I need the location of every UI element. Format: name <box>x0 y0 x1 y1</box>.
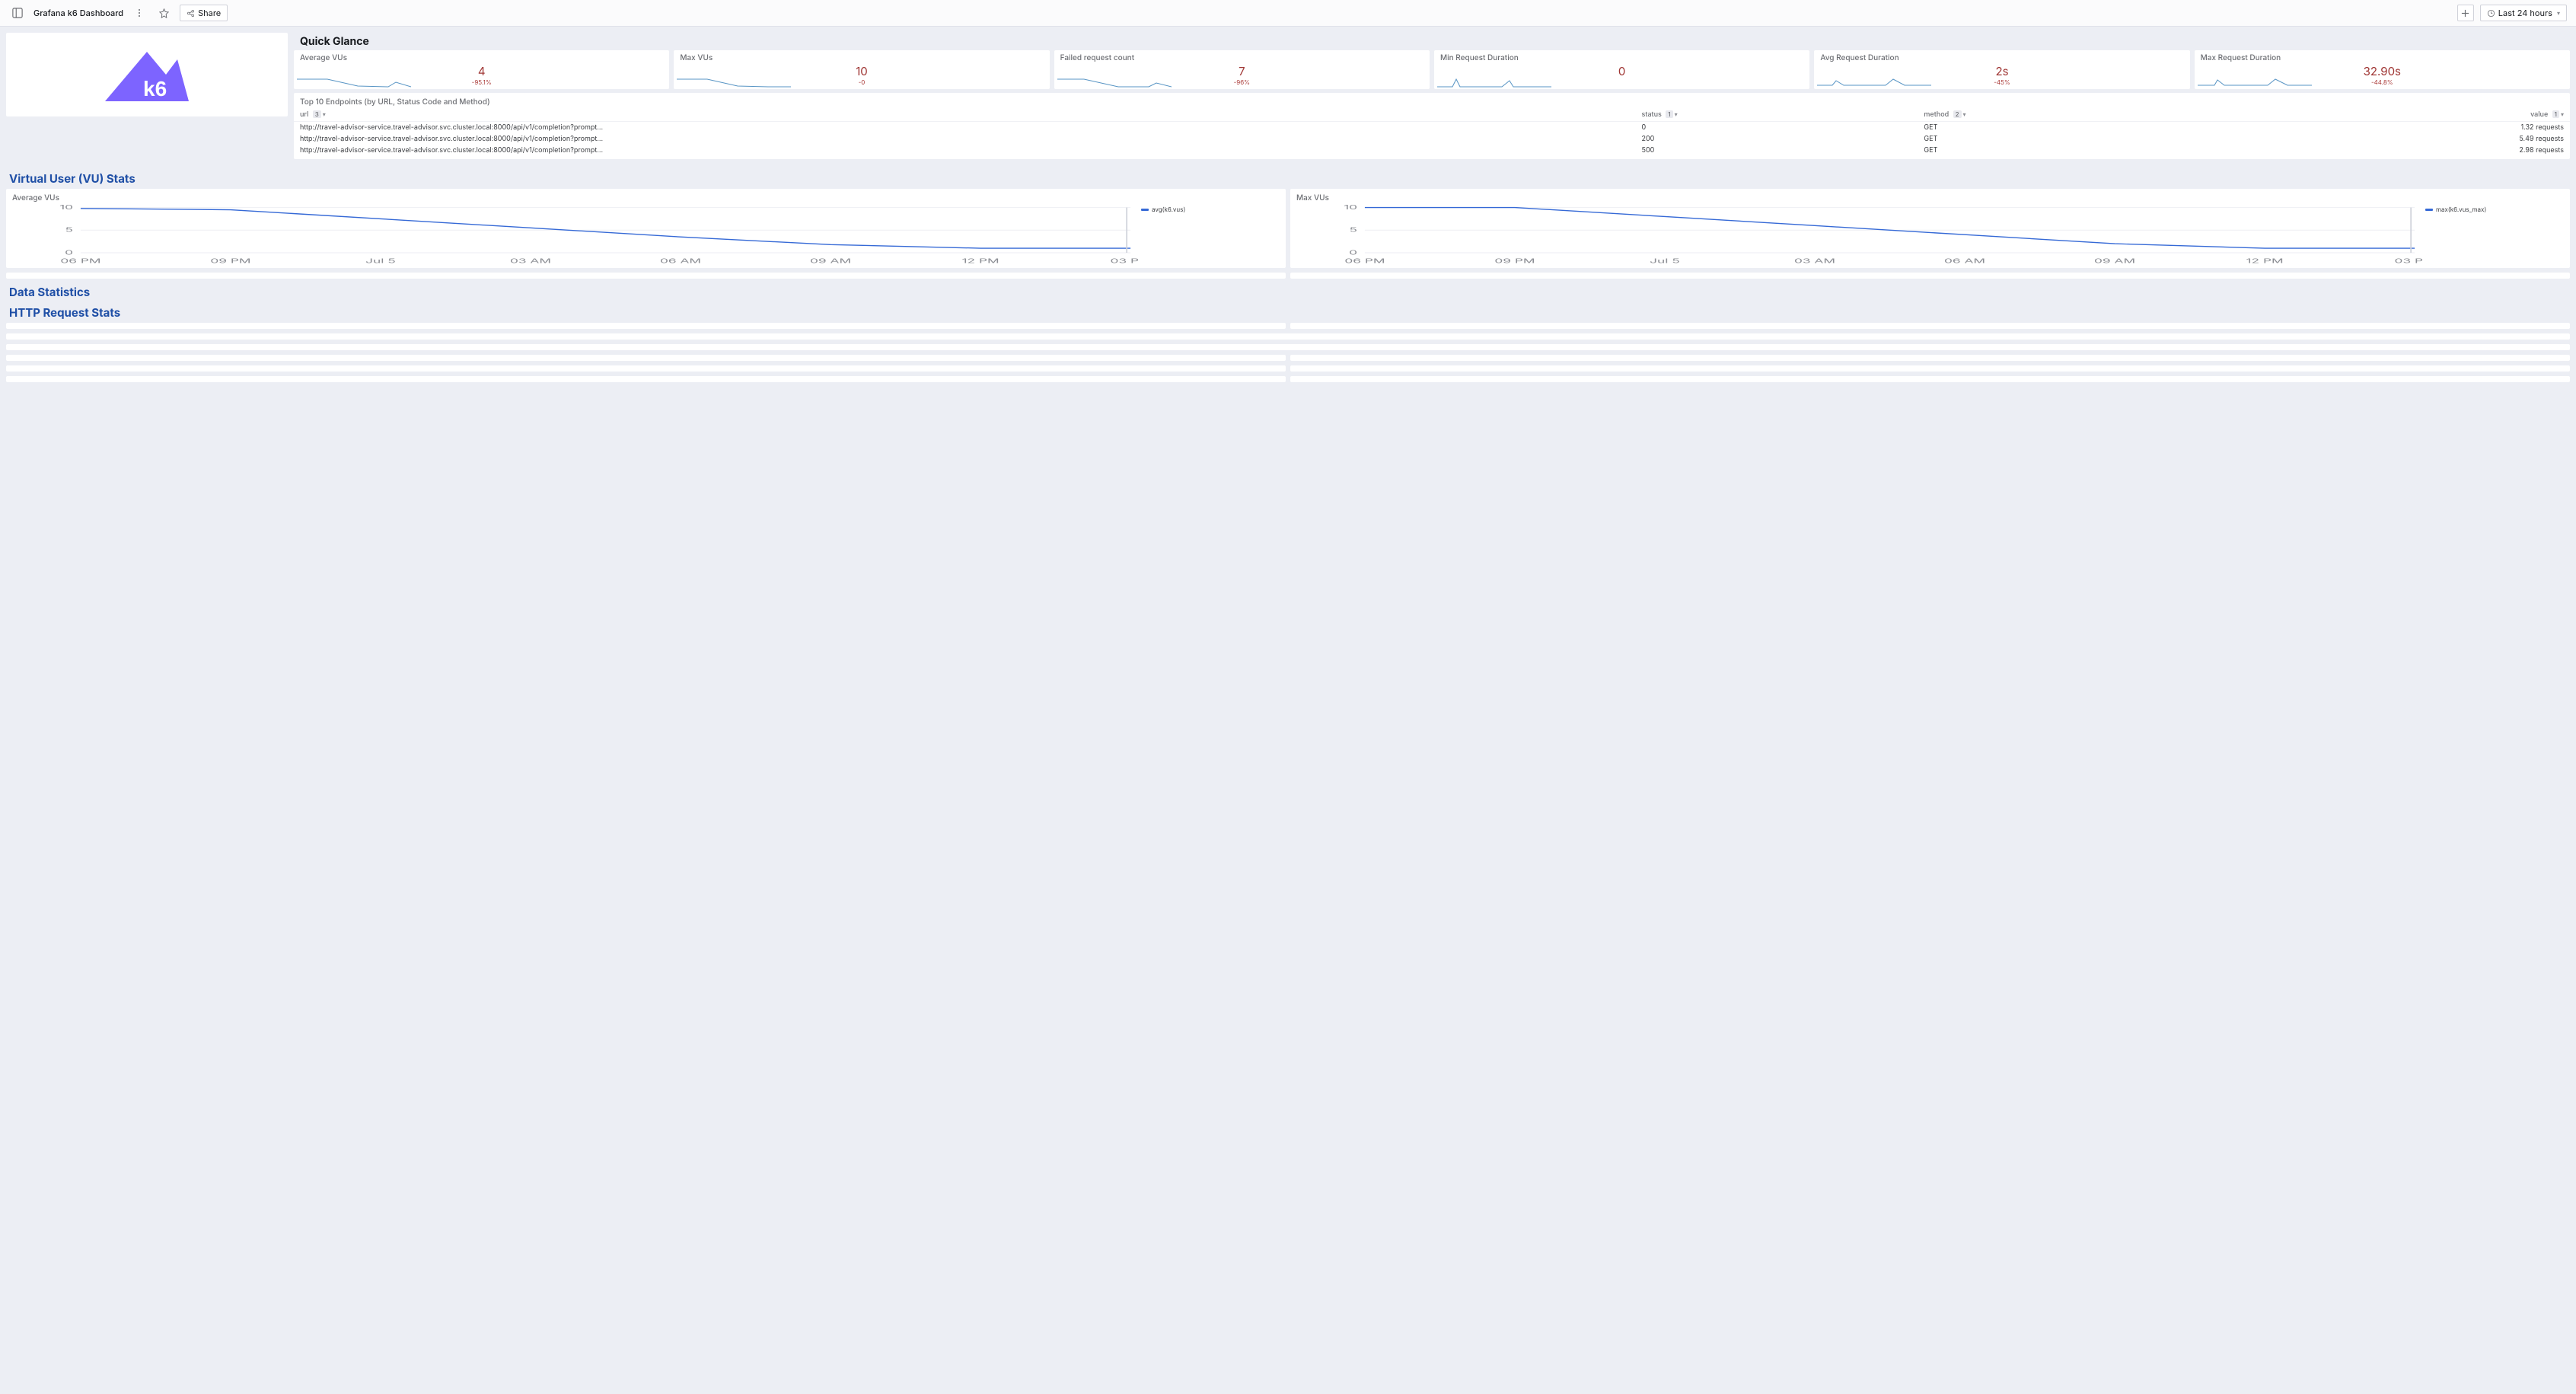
chart-legend: max(k6.vus_max) <box>2422 204 2567 265</box>
stat-label: Max Request Duration <box>2201 53 2564 62</box>
panel-title: Max VUs <box>1293 192 2567 204</box>
table-header[interactable]: status 1▾ <box>1635 108 1918 122</box>
stat-card[interactable]: Avg Request Duration 2s -45% <box>1814 50 2189 89</box>
svg-text:09 PM: 09 PM <box>210 258 250 265</box>
sparkline <box>1437 77 1551 88</box>
panel-receiving[interactable] <box>6 376 1286 382</box>
sparkline <box>1057 77 1172 88</box>
top-endpoints-title: Top 10 Endpoints (by URL, Status Code an… <box>294 96 2570 108</box>
breadcrumb-title[interactable]: Grafana k6 Dashboard <box>33 8 123 18</box>
add-panel-button[interactable] <box>2457 5 2474 21</box>
svg-text:0: 0 <box>1349 249 1357 256</box>
panel-iter-dur[interactable] <box>1290 273 2570 279</box>
table-header[interactable]: method 2▾ <box>1918 108 2236 122</box>
panel-avg-vus[interactable]: Average VUs 0 5 10 06 PM 09 PM Jul 5 03 AM 06 A… <box>6 189 1286 268</box>
svg-text:03 PM: 03 PM <box>1111 258 1138 265</box>
svg-text:12 PM: 12 PM <box>2246 258 2284 265</box>
sparkline <box>677 77 791 88</box>
table-header[interactable]: url 3▾ <box>294 108 1635 122</box>
share-label: Share <box>198 8 221 18</box>
topbar: Grafana k6 Dashboard Share Last 24 hours… <box>0 0 2576 27</box>
svg-text:09 AM: 09 AM <box>810 258 851 265</box>
k6-logo-panel: k6 <box>6 33 288 116</box>
stat-label: Avg Request Duration <box>1820 53 2183 62</box>
chart-svg: 0 5 10 06 PM 09 PM Jul 5 03 AM 06 AM 09 AM 12 PM 0… <box>9 204 1138 265</box>
stat-card[interactable]: Min Request Duration 0 <box>1434 50 1809 89</box>
svg-text:10: 10 <box>1344 204 1357 211</box>
stat-label: Min Request Duration <box>1440 53 1803 62</box>
panel-iterations[interactable] <box>6 273 1286 279</box>
stat-label: Max VUs <box>680 53 1043 62</box>
kebab-menu-icon[interactable] <box>131 5 148 21</box>
nav-toggle-icon[interactable] <box>9 5 26 21</box>
svg-text:5: 5 <box>65 226 74 233</box>
legend-item[interactable]: max(k6.vus_max) <box>2425 206 2564 213</box>
svg-text:06 PM: 06 PM <box>1344 258 1385 265</box>
table-header[interactable]: value 1▾ <box>2236 108 2570 122</box>
star-icon[interactable] <box>155 5 172 21</box>
section-vu-stats[interactable]: Virtual User (VU) Stats <box>6 165 2570 189</box>
chart-legend: avg(k6.vus) <box>1138 204 1283 265</box>
stat-card[interactable]: Max Request Duration 32.90s -44.8% <box>2195 50 2570 89</box>
panel-req-count[interactable] <box>6 333 2570 340</box>
svg-text:03 AM: 03 AM <box>510 258 551 265</box>
svg-text:12 PM: 12 PM <box>962 258 999 265</box>
table-row[interactable]: http://travel-advisor-service.travel-adv… <box>294 145 2570 156</box>
table-row[interactable]: http://travel-advisor-service.travel-adv… <box>294 122 2570 134</box>
top-endpoints-panel: Top 10 Endpoints (by URL, Status Code an… <box>294 93 2570 159</box>
stat-card[interactable]: Max VUs 10 -0 <box>674 50 1049 89</box>
svg-text:03 PM: 03 PM <box>2395 258 2422 265</box>
quick-glance-title: Quick Glance <box>294 33 2570 50</box>
sparkline <box>2198 77 2312 88</box>
svg-text:10: 10 <box>59 204 73 211</box>
legend-item[interactable]: avg(k6.vus) <box>1141 206 1280 213</box>
chart-svg: 0 5 10 06 PM 09 PM Jul 5 03 AM 06 AM 09 AM 12 PM 0… <box>1293 204 2422 265</box>
chevron-down-icon: ▾ <box>2557 9 2560 17</box>
panel-data-recv[interactable] <box>1290 323 2570 329</box>
share-button[interactable]: Share <box>180 5 228 21</box>
svg-text:09 AM: 09 AM <box>2094 258 2135 265</box>
stat-card[interactable]: Average VUs 4 -95.1% <box>294 50 669 89</box>
panel-data-sent[interactable] <box>6 323 1286 329</box>
panel-title: Average VUs <box>9 192 1283 204</box>
panel-blocked[interactable] <box>1290 355 2570 361</box>
panel-max-vus[interactable]: Max VUs 0 5 10 06 PM 09 PM Jul 5 03 AM 06 AM 09 … <box>1290 189 2570 268</box>
svg-text:03 AM: 03 AM <box>1794 258 1835 265</box>
panel-req-dur[interactable] <box>6 344 2570 350</box>
stat-card[interactable]: Failed request count 7 -96% <box>1054 50 1430 89</box>
svg-text:0: 0 <box>65 249 73 256</box>
svg-text:Jul 5: Jul 5 <box>365 258 396 265</box>
sparkline <box>1817 77 1931 88</box>
stat-label: Failed request count <box>1060 53 1423 62</box>
svg-text:06 AM: 06 AM <box>660 258 701 265</box>
svg-text:k6: k6 <box>143 77 167 100</box>
sparkline <box>297 77 411 88</box>
table-row[interactable]: http://travel-advisor-service.travel-adv… <box>294 133 2570 145</box>
svg-text:5: 5 <box>1350 226 1358 233</box>
time-range-picker[interactable]: Last 24 hours ▾ <box>2480 5 2567 21</box>
svg-text:06 AM: 06 AM <box>1944 258 1985 265</box>
time-range-label: Last 24 hours <box>2498 8 2552 18</box>
panel-waiting[interactable] <box>1290 365 2570 372</box>
stat-label: Average VUs <box>300 53 663 62</box>
svg-text:Jul 5: Jul 5 <box>1650 258 1680 265</box>
top-endpoints-table: url 3▾status 1▾method 2▾value 1▾ http://… <box>294 108 2570 156</box>
svg-text:09 PM: 09 PM <box>1494 258 1535 265</box>
panel-sending[interactable] <box>6 365 1286 372</box>
section-http-stats[interactable]: HTTP Request Stats <box>6 299 2570 323</box>
panel-failed-count[interactable] <box>6 355 1286 361</box>
k6-logo-icon: k6 <box>101 44 193 105</box>
panel-tls[interactable] <box>1290 376 2570 382</box>
svg-text:06 PM: 06 PM <box>60 258 100 265</box>
